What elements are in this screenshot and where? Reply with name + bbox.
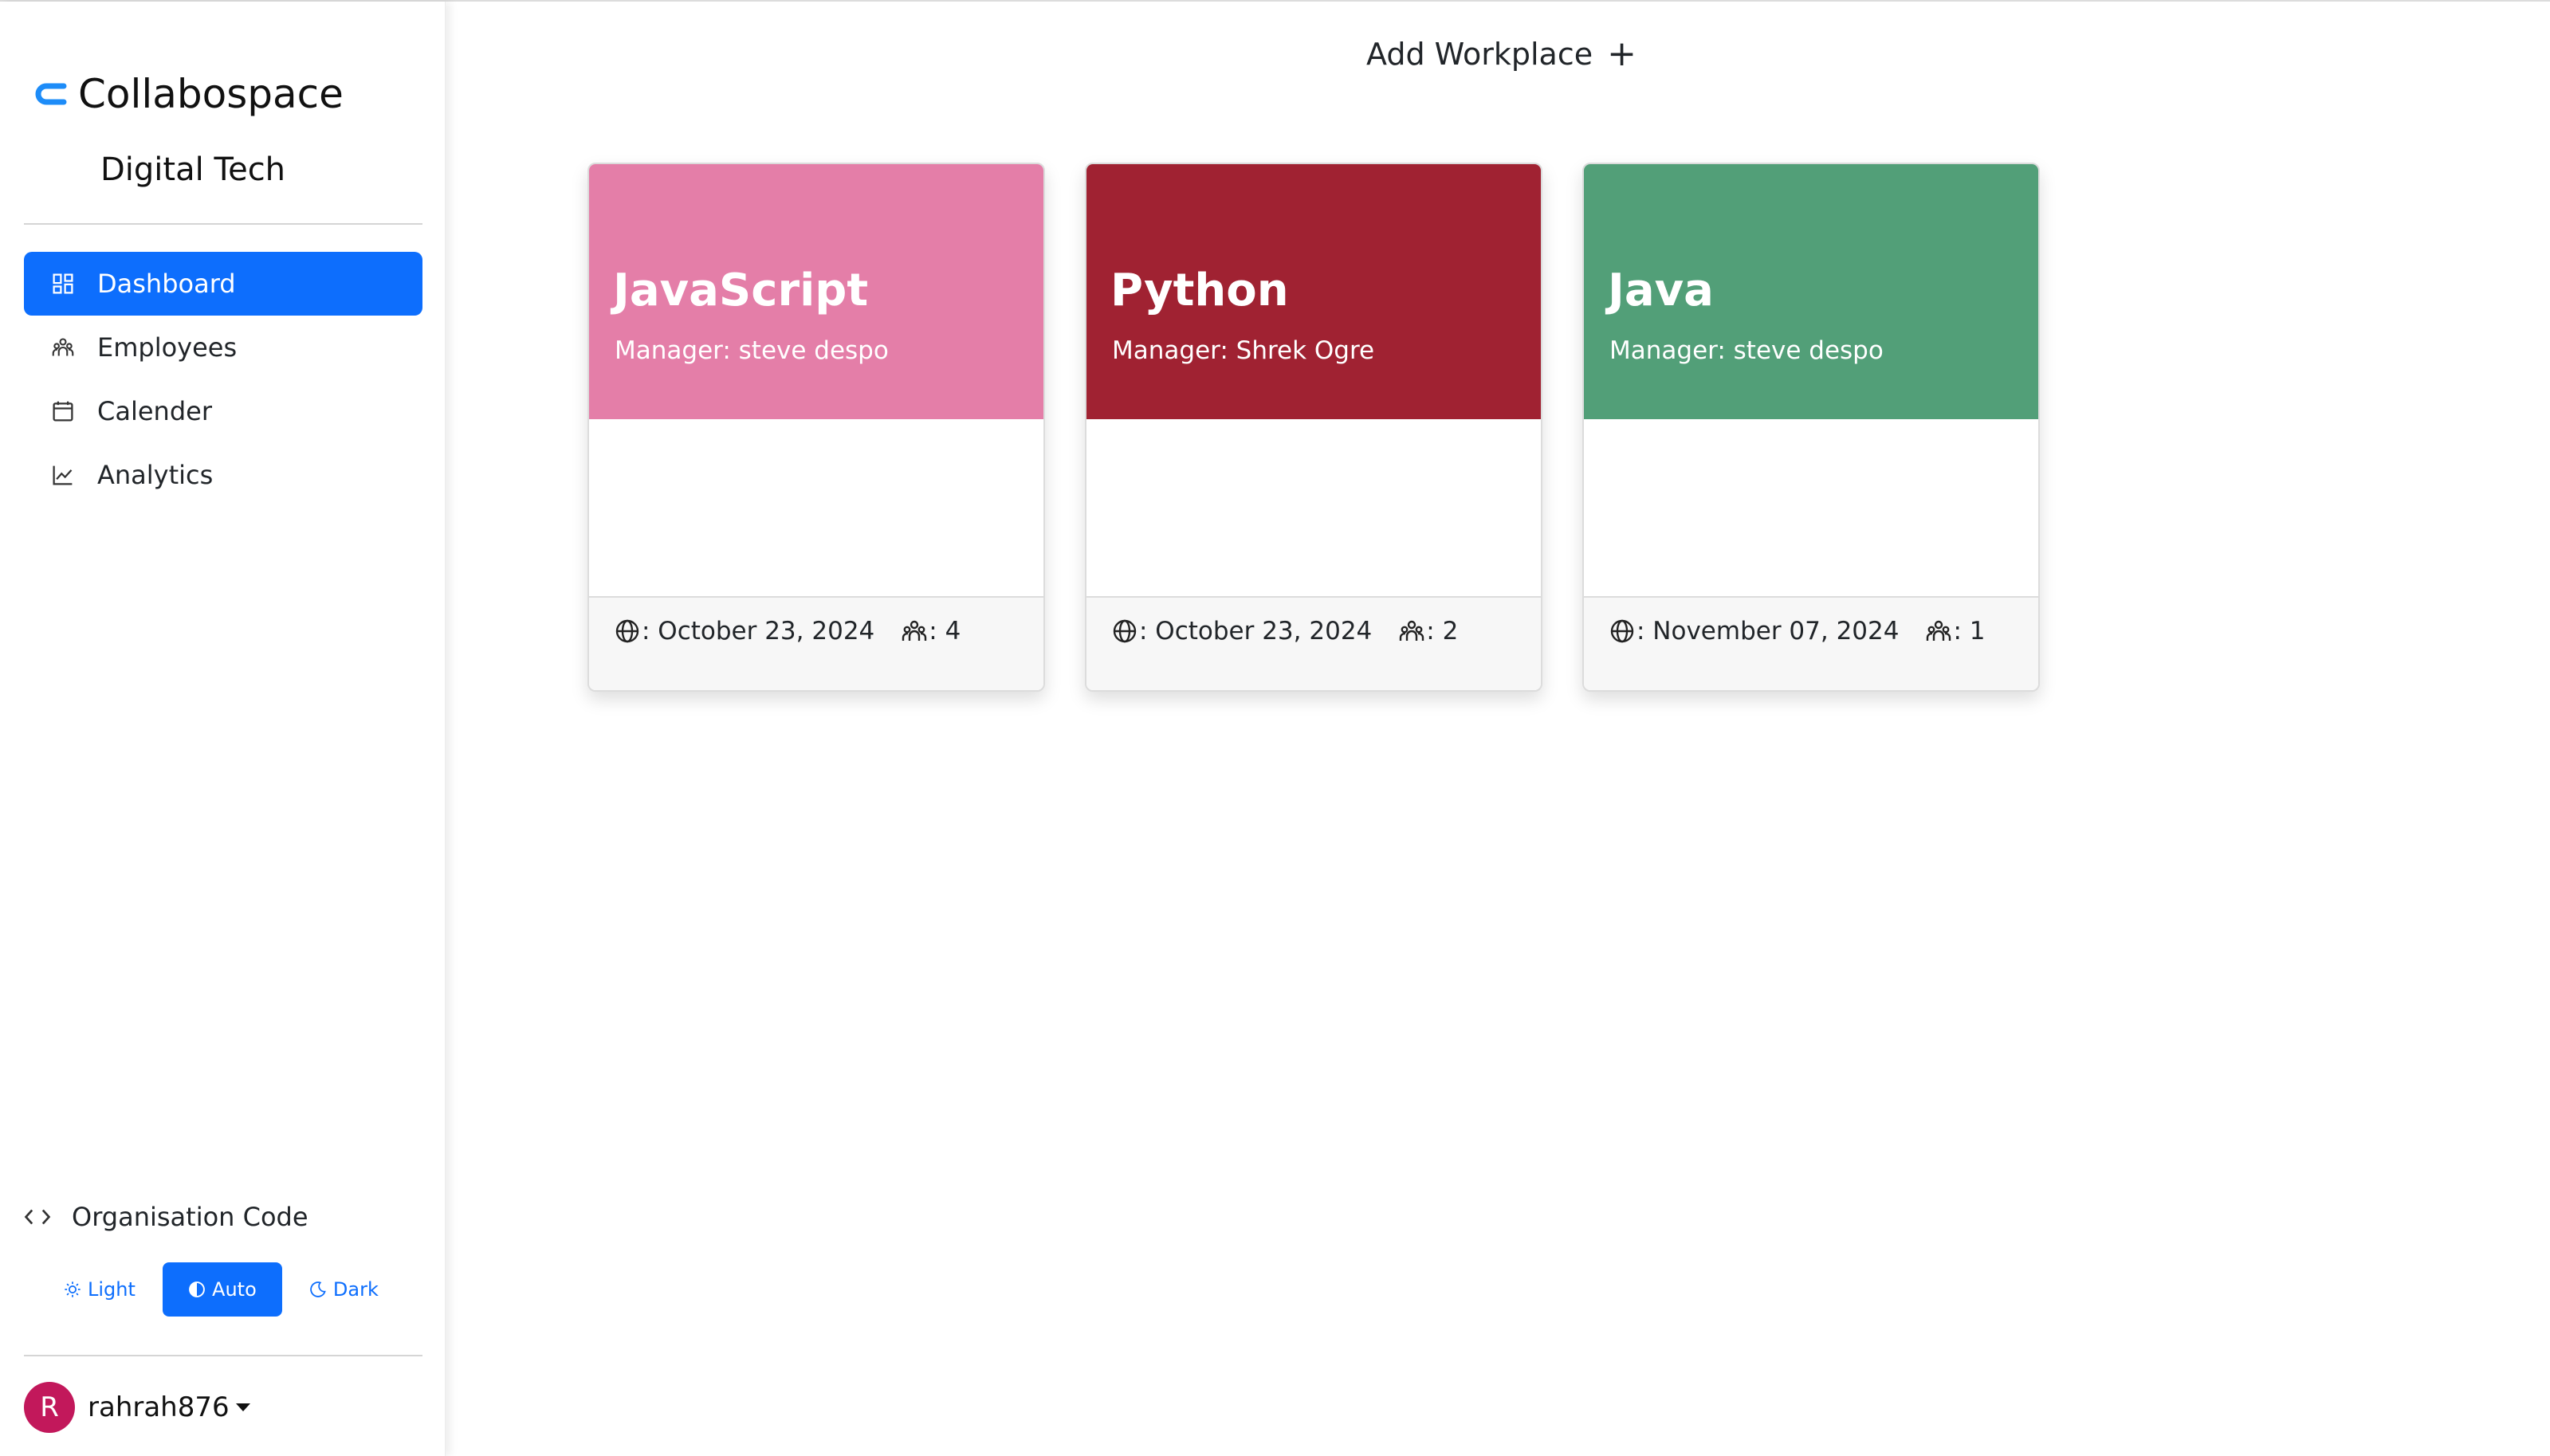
caret-down-icon bbox=[235, 1403, 250, 1411]
workplace-card-header: JavaScript Manager: steve despo bbox=[589, 164, 1043, 419]
globe-icon bbox=[615, 618, 642, 645]
workplace-manager: Manager: Shrek Ogre bbox=[1112, 336, 1375, 365]
people-icon bbox=[51, 336, 75, 359]
sidebar-divider bbox=[24, 1355, 422, 1356]
theme-auto-button[interactable]: Auto bbox=[162, 1262, 282, 1317]
workplace-card-footer: : October 23, 2024 : 2 bbox=[1086, 596, 1541, 690]
organisation-name: Digital Tech bbox=[100, 151, 286, 188]
workplace-created-date: : October 23, 2024 bbox=[1139, 617, 1373, 646]
workplace-card-footer: : October 23, 2024 : 4 bbox=[589, 596, 1043, 690]
sidebar-item-label: Analytics bbox=[97, 460, 214, 490]
sidebar-item-label: Employees bbox=[97, 332, 238, 363]
brand-logo[interactable]: Collabospace bbox=[35, 69, 344, 120]
sidebar-item-dashboard[interactable]: Dashboard bbox=[24, 252, 422, 316]
theme-light-button[interactable]: Light bbox=[48, 1262, 151, 1317]
theme-dark-label: Dark bbox=[332, 1278, 379, 1301]
circle-half-icon bbox=[189, 1281, 205, 1297]
theme-dark-button[interactable]: Dark bbox=[293, 1262, 395, 1317]
workplace-card-body bbox=[589, 419, 1043, 596]
workplace-created-date: : November 07, 2024 bbox=[1636, 617, 1900, 646]
workplace-manager: Manager: steve despo bbox=[615, 336, 889, 365]
username: rahrah876 bbox=[88, 1391, 230, 1423]
theme-switcher: Light Auto Dark bbox=[48, 1262, 395, 1317]
workplace-card[interactable]: Python Manager: Shrek Ogre : October 23,… bbox=[1085, 163, 1542, 692]
add-workplace-button[interactable]: Add Workplace + bbox=[1366, 33, 1636, 75]
workplace-card-header: Java Manager: steve despo bbox=[1584, 164, 2038, 419]
workplace-title: JavaScript bbox=[613, 265, 869, 316]
sidebar: Collabospace Digital Tech Dashboard Empl… bbox=[0, 2, 446, 1456]
workplace-title: Java bbox=[1608, 265, 1714, 316]
globe-icon bbox=[1609, 618, 1636, 645]
collabospace-logo-icon bbox=[35, 83, 67, 105]
workplace-card-footer: : November 07, 2024 : 1 bbox=[1584, 596, 2038, 690]
workplace-member-count: : 4 bbox=[929, 617, 961, 646]
sidebar-item-calender[interactable]: Calender bbox=[24, 379, 422, 443]
workplace-card-body bbox=[1086, 419, 1541, 596]
user-menu[interactable]: R rahrah876 bbox=[24, 1382, 250, 1433]
sidebar-divider bbox=[24, 223, 422, 225]
app-name: Collabospace bbox=[78, 71, 344, 117]
theme-auto-label: Auto bbox=[212, 1278, 257, 1301]
sidebar-item-label: Calender bbox=[97, 396, 212, 426]
workplace-title: Python bbox=[1110, 265, 1289, 316]
people-icon bbox=[902, 618, 929, 645]
plus-icon: + bbox=[1607, 33, 1636, 74]
add-workplace-label: Add Workplace bbox=[1366, 37, 1593, 72]
workplace-card-header: Python Manager: Shrek Ogre bbox=[1086, 164, 1541, 419]
workplace-member-count: : 1 bbox=[1953, 617, 1986, 646]
code-icon bbox=[24, 1209, 51, 1225]
sidebar-item-label: Dashboard bbox=[97, 269, 236, 299]
people-icon bbox=[1926, 618, 1953, 645]
theme-light-label: Light bbox=[88, 1278, 136, 1301]
people-icon bbox=[1399, 618, 1426, 645]
workplace-created-date: : October 23, 2024 bbox=[642, 617, 875, 646]
workplace-card-body bbox=[1584, 419, 2038, 596]
dashboard-icon bbox=[51, 272, 75, 296]
sidebar-item-analytics[interactable]: Analytics bbox=[24, 443, 422, 507]
workplace-card[interactable]: JavaScript Manager: steve despo : Octobe… bbox=[587, 163, 1045, 692]
workplace-card[interactable]: Java Manager: steve despo : November 07,… bbox=[1582, 163, 2040, 692]
workplace-manager: Manager: steve despo bbox=[1609, 336, 1884, 365]
moon-icon bbox=[310, 1281, 326, 1297]
sidebar-nav: Dashboard Employees Calender Analytics bbox=[24, 252, 422, 507]
organisation-code-button[interactable]: Organisation Code bbox=[24, 1197, 308, 1237]
organisation-code-label: Organisation Code bbox=[72, 1202, 308, 1232]
sidebar-item-employees[interactable]: Employees bbox=[24, 316, 422, 379]
chart-line-icon bbox=[51, 463, 75, 487]
avatar: R bbox=[24, 1382, 75, 1433]
workplace-member-count: : 2 bbox=[1426, 617, 1459, 646]
calendar-icon bbox=[51, 399, 75, 423]
globe-icon bbox=[1112, 618, 1139, 645]
sun-icon bbox=[65, 1281, 81, 1297]
